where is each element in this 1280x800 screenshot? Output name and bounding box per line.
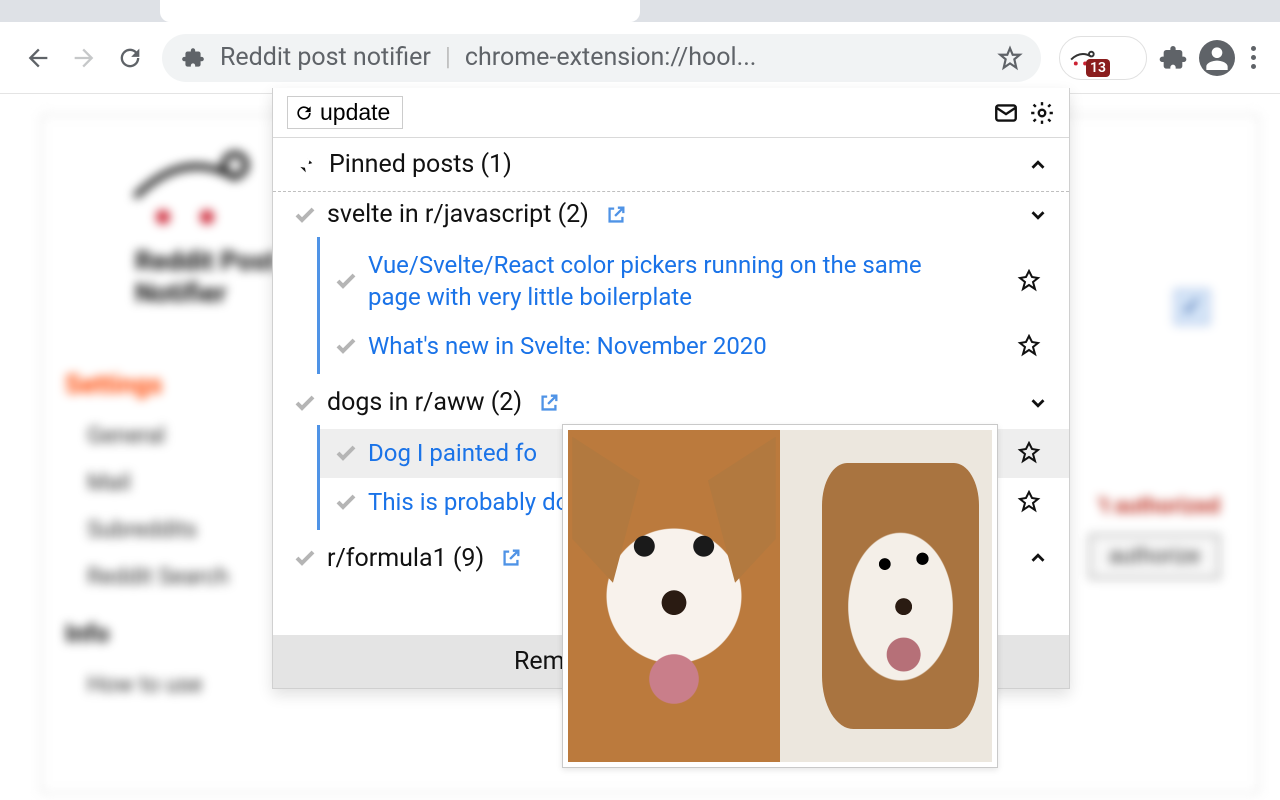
group-title: r/formula1 (9) [327,544,484,573]
pin-outline-icon[interactable] [1017,269,1041,293]
checkmark-icon[interactable] [293,546,317,570]
profile-avatar[interactable] [1199,40,1235,76]
omnibox[interactable]: Reddit post notifier | chrome-extension:… [162,34,1041,82]
update-button[interactable]: update [287,96,403,129]
open-external-icon[interactable] [605,204,627,226]
post-row[interactable]: Vue/Svelte/React color pickers running o… [320,241,1069,322]
omnibox-app-label: Reddit post notifier [220,43,431,72]
post-row[interactable]: What's new in Svelte: November 2020 [320,322,1069,370]
pin-icon [293,154,315,176]
checkbox: ✓ [1174,289,1210,325]
chevron-up-icon[interactable] [1027,547,1049,569]
settings-gear-icon[interactable] [1029,100,1055,126]
chevron-up-icon[interactable] [1027,154,1049,176]
checkmark-icon[interactable] [334,490,358,514]
post-link[interactable]: Dog I painted fo [368,437,537,469]
checkmark-icon[interactable] [334,334,358,358]
search-group-row[interactable]: svelte in r/javascript (2) [273,192,1069,237]
back-icon[interactable] [24,44,52,72]
extensions-menu-icon[interactable] [1157,42,1189,74]
group-title: dogs in r/aww (2) [327,388,522,417]
post-link[interactable]: Vue/Svelte/React color pickers running o… [368,249,968,314]
pinned-posts-section[interactable]: Pinned posts (1) [273,138,1069,192]
post-list: Vue/Svelte/React color pickers running o… [317,237,1069,374]
checkmark-icon[interactable] [334,269,358,293]
open-external-icon[interactable] [500,547,522,569]
chevron-down-icon[interactable] [1027,204,1049,226]
checkmark-icon[interactable] [293,203,317,227]
refresh-icon [294,103,314,123]
pin-outline-icon[interactable] [1017,334,1041,358]
search-group-row[interactable]: dogs in r/aww (2) [273,380,1069,425]
extension-button[interactable]: 13 [1059,36,1147,80]
omnibox-separator: | [445,43,451,72]
forward-icon [70,44,98,72]
bookmark-star-icon[interactable] [997,45,1023,71]
checkmark-icon[interactable] [293,391,317,415]
pin-outline-icon[interactable] [1017,490,1041,514]
group-title: svelte in r/javascript (2) [327,200,589,229]
extension-badge: 13 [1086,59,1110,77]
checkmark-icon[interactable] [334,441,358,465]
omnibox-url: chrome-extension://hool... [465,43,756,72]
image-preview-tooltip [562,424,998,768]
person-icon [1201,42,1233,74]
preview-painting [780,430,992,762]
browser-tabstrip [0,0,1280,22]
update-button-label: update [320,99,390,126]
post-link[interactable]: What's new in Svelte: November 2020 [368,330,767,362]
pin-outline-icon[interactable] [1017,441,1041,465]
extension-puzzle-icon [180,45,206,71]
browser-menu-icon[interactable] [1251,46,1256,69]
popup-header: update [273,88,1069,138]
browser-toolbar: Reddit post notifier | chrome-extension:… [0,22,1280,94]
preview-photo [568,430,780,762]
chevron-down-icon[interactable] [1027,392,1049,414]
open-external-icon[interactable] [538,392,560,414]
reload-icon[interactable] [116,44,144,72]
active-tab[interactable] [160,0,640,22]
pinned-posts-label: Pinned posts (1) [329,150,512,179]
mail-icon[interactable] [993,100,1019,126]
